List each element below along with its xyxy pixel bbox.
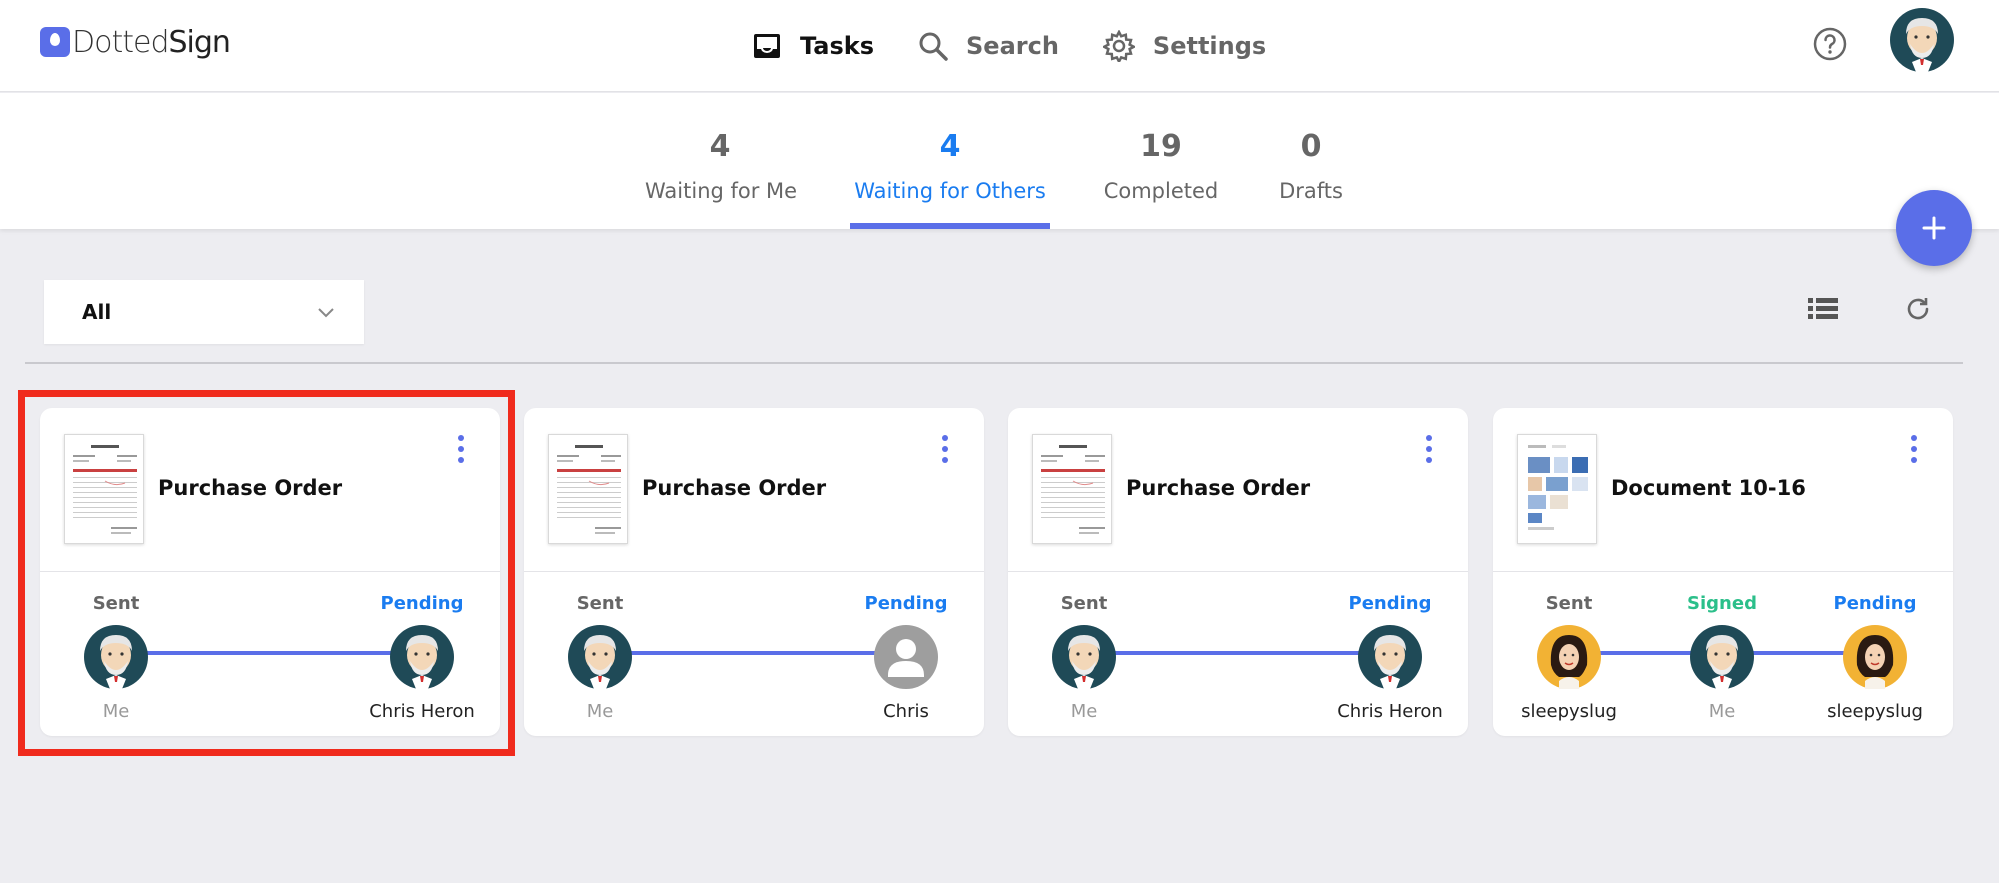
signer-status: Signed: [1687, 593, 1757, 614]
signer-avatar[interactable]: [1537, 625, 1601, 689]
list-view-icon[interactable]: [1808, 296, 1838, 322]
default-avatar-icon: [874, 625, 938, 689]
plus-icon: [1922, 216, 1946, 240]
signer-status: Pending: [1833, 593, 1917, 614]
logo-text-dotted: Dotted: [72, 24, 169, 60]
more-options-icon: [1911, 435, 1917, 463]
content-divider: [25, 362, 1963, 364]
tab-count: 4: [709, 129, 731, 164]
add-document-button[interactable]: [1896, 190, 1972, 266]
inbox-icon: [754, 34, 780, 58]
document-thumbnail[interactable]: [1032, 434, 1112, 544]
tab-waiting-for-others[interactable]: 4 Waiting for Others: [850, 93, 1050, 229]
task-card[interactable]: Purchase Order Sent Me Pending Chris Heron: [1008, 408, 1468, 736]
highlight-box: [18, 390, 515, 756]
dottedsign-logo[interactable]: DottedSign: [40, 22, 231, 62]
tab-waiting-for-me[interactable]: 4 Waiting for Me: [645, 93, 798, 229]
signer-avatar[interactable]: [1690, 625, 1754, 689]
tab-label: Waiting for Me: [645, 179, 798, 203]
document-title[interactable]: Purchase Order: [1126, 476, 1310, 500]
signer-avatar[interactable]: [1843, 625, 1907, 689]
signer-avatar[interactable]: [568, 625, 632, 689]
filter-dropdown[interactable]: All: [44, 280, 364, 344]
nav-settings[interactable]: Settings: [1102, 30, 1267, 62]
avatar-icon: [1052, 625, 1116, 689]
help-icon[interactable]: [1812, 26, 1848, 62]
card-divider: [1008, 571, 1468, 572]
signer-step: Pending Chris: [836, 593, 976, 722]
user-avatar[interactable]: [1890, 8, 1954, 72]
signer-step: Sent Me: [1014, 593, 1154, 722]
signer-step: Signed Me: [1652, 593, 1792, 722]
avatar-icon: [1358, 625, 1422, 689]
signer-status: Sent: [1545, 593, 1593, 614]
tab-drafts[interactable]: 0 Drafts: [1271, 93, 1351, 229]
avatar-icon: [1690, 625, 1754, 689]
signer-step: Sent Me: [530, 593, 670, 722]
document-thumbnail-icon: [1033, 435, 1111, 543]
document-thumbnail[interactable]: [1517, 434, 1597, 544]
signer-status: Sent: [1060, 593, 1108, 614]
tab-label: Drafts: [1279, 179, 1343, 203]
signer-step: Pending Chris Heron: [1320, 593, 1460, 722]
more-options-icon: [1426, 435, 1432, 463]
main-nav: Tasks Search Settings: [752, 22, 1310, 70]
gear-icon: [1102, 30, 1135, 62]
tab-count: 4: [939, 129, 961, 164]
nav-settings-label: Settings: [1152, 32, 1267, 60]
nav-tasks-label: Tasks: [800, 32, 875, 60]
signer-name: Chris Heron: [1337, 701, 1443, 722]
avatar-icon: [1537, 625, 1601, 689]
card-divider: [1493, 571, 1953, 572]
tab-completed[interactable]: 19 Completed: [1101, 93, 1221, 229]
signer-name: Me: [586, 701, 614, 722]
tab-label: Completed: [1103, 179, 1219, 203]
filter-selected-value: All: [82, 300, 112, 324]
signer-avatar[interactable]: [1358, 625, 1422, 689]
signer-name: sleepyslug: [1521, 701, 1617, 722]
task-card[interactable]: Purchase Order Sent Me Pending Chris: [524, 408, 984, 736]
tab-count: 0: [1300, 129, 1322, 164]
nav-search-label: Search: [966, 32, 1059, 60]
card-menu-button[interactable]: [1424, 434, 1434, 464]
document-title[interactable]: Document 10-16: [1611, 476, 1806, 500]
tab-label: Waiting for Others: [854, 179, 1046, 203]
signer-step: Sent sleepyslug: [1499, 593, 1639, 722]
document-title[interactable]: Purchase Order: [642, 476, 826, 500]
signer-name: Chris: [883, 701, 929, 722]
task-card[interactable]: Document 10-16 Sent sleepyslug Signed Me Pend…: [1493, 408, 1953, 736]
card-divider: [524, 571, 984, 572]
signer-name: Me: [1708, 701, 1736, 722]
signer-status: Pending: [864, 593, 948, 614]
search-icon: [919, 32, 948, 61]
document-thumbnail-icon: [549, 435, 627, 543]
more-options-icon: [942, 435, 948, 463]
signer-avatar[interactable]: [874, 625, 938, 689]
tab-count: 19: [1140, 129, 1182, 164]
chevron-down-icon: [318, 308, 334, 318]
signer-status: Sent: [576, 593, 624, 614]
refresh-icon[interactable]: [1903, 294, 1933, 324]
top-bar: DottedSign Tasks Search Settings: [0, 0, 1999, 92]
signer-status: Pending: [1348, 593, 1432, 614]
document-thumbnail[interactable]: [548, 434, 628, 544]
avatar-icon: [1843, 625, 1907, 689]
signer-name: Me: [1070, 701, 1098, 722]
avatar-icon: [568, 625, 632, 689]
signer-step: Pending sleepyslug: [1805, 593, 1945, 722]
nav-search[interactable]: Search: [918, 31, 1059, 61]
active-tab-indicator: [850, 223, 1050, 229]
signer-name: sleepyslug: [1827, 701, 1923, 722]
signer-avatar[interactable]: [1052, 625, 1116, 689]
nav-tasks[interactable]: Tasks: [752, 31, 874, 61]
card-menu-button[interactable]: [940, 434, 950, 464]
logo-mark-icon: [40, 27, 70, 57]
card-menu-button[interactable]: [1909, 434, 1919, 464]
document-thumbnail-icon: [1518, 435, 1596, 543]
status-tabs: 4 Waiting for Me 4 Waiting for Others 19…: [0, 93, 1999, 229]
logo-text-sign: Sign: [168, 24, 230, 60]
